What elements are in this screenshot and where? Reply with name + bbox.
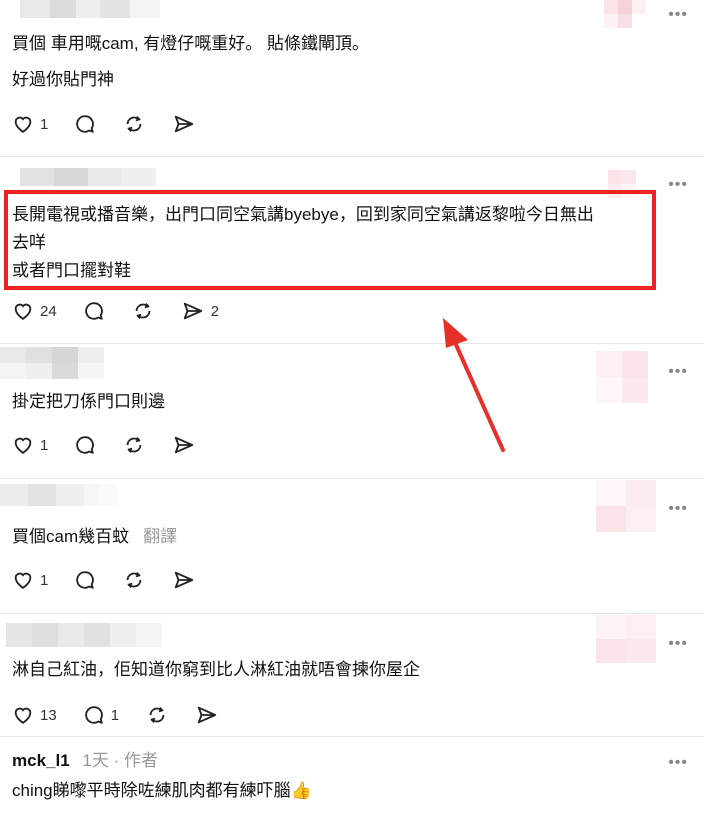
repost-icon (135, 303, 151, 319)
share-button[interactable] (195, 704, 219, 726)
heart-icon (14, 303, 32, 320)
translate-link[interactable]: 翻譯 (143, 527, 177, 546)
more-options-button[interactable]: ••• (668, 176, 688, 194)
separator: · (113, 751, 120, 770)
reply-button[interactable] (74, 434, 96, 456)
send-icon (175, 571, 194, 589)
send-icon (175, 115, 194, 133)
reply-button[interactable]: 1 (83, 704, 119, 726)
comment-text-row: 買個cam幾百蚊 翻譯 (12, 524, 177, 550)
heart-icon (14, 572, 32, 589)
repost-button[interactable] (145, 704, 169, 726)
username[interactable]: mck_l1 (12, 751, 70, 770)
repost-button[interactable] (122, 434, 146, 456)
more-options-button[interactable]: ••• (668, 6, 688, 24)
share-count: 2 (210, 302, 220, 320)
like-button[interactable]: 24 (12, 300, 57, 322)
comment-text: ching睇嚟平時除咗練肌肉都有練吓腦👍 (12, 781, 312, 800)
reply-button[interactable] (74, 569, 96, 591)
comment-header: mck_l1 1天 · 作者 (12, 748, 158, 774)
comment-text: 淋自己紅油，佢知道你窮到比人淋紅油就唔會揀你屋企 (12, 660, 420, 679)
comment-icon (84, 706, 103, 724)
reply-button[interactable] (83, 300, 105, 322)
heart-icon (14, 116, 32, 133)
comment-icon (84, 302, 103, 320)
comment-6: mck_l1 1天 · 作者 ••• ching睇嚟平時除咗練肌肉都有練吓腦👍 (0, 736, 704, 816)
like-button[interactable]: 1 (12, 569, 48, 591)
comment-icon (76, 436, 95, 454)
blurred-username (0, 347, 104, 379)
send-icon (183, 302, 202, 320)
send-icon (197, 706, 217, 724)
comment-4: ••• 買個cam幾百蚊 翻譯 1 (0, 478, 704, 614)
like-button[interactable]: 1 (12, 113, 48, 135)
heart-icon (14, 707, 32, 724)
reply-count: 1 (110, 706, 120, 724)
more-options-button[interactable]: ••• (668, 363, 688, 381)
comment-text: 買個 車用嘅cam, 有燈仔嘅重好。 貼條鐵閘頂。 (12, 34, 370, 53)
comment-text: 買個cam幾百蚊 (12, 527, 130, 546)
share-button[interactable]: 2 (181, 300, 219, 322)
blurred-avatar (596, 480, 656, 532)
highlight-box (4, 190, 656, 290)
repost-icon (127, 572, 142, 588)
repost-icon (149, 707, 165, 723)
like-count: 13 (40, 706, 57, 724)
comment-text: 掛定把刀係門口則邊 (12, 392, 165, 411)
like-button[interactable]: 1 (12, 434, 48, 456)
comment-3: ••• 掛定把刀係門口則邊 1 (0, 343, 704, 479)
blurred-avatar (604, 0, 646, 28)
comment-5: ••• 淋自己紅油，佢知道你窮到比人淋紅油就唔會揀你屋企 13 1 (0, 613, 704, 737)
blurred-avatar (596, 615, 656, 663)
comment-text: 好過你貼門神 (12, 70, 114, 89)
blurred-username (20, 0, 160, 18)
blurred-username (20, 168, 156, 186)
like-count: 24 (40, 302, 57, 320)
heart-icon (14, 437, 32, 454)
blurred-username (6, 623, 162, 647)
share-button[interactable] (172, 113, 196, 135)
blurred-avatar (596, 351, 648, 403)
send-icon (175, 436, 194, 454)
repost-button[interactable] (122, 569, 146, 591)
repost-icon (127, 116, 142, 132)
blurred-username (0, 484, 118, 506)
repost-icon (127, 437, 142, 453)
comment-1: ••• 買個 車用嘅cam, 有燈仔嘅重好。 貼條鐵閘頂。 好過你貼門神 1 (0, 0, 704, 157)
share-button[interactable] (172, 569, 196, 591)
more-options-button[interactable]: ••• (668, 754, 688, 772)
more-options-button[interactable]: ••• (668, 635, 688, 653)
author-tag: 作者 (124, 751, 159, 770)
comment-icon (76, 115, 95, 133)
comment-icon (76, 571, 95, 589)
timestamp: 1天 (82, 751, 109, 770)
like-count: 1 (40, 571, 49, 589)
like-button[interactable]: 13 (12, 704, 57, 726)
like-count: 1 (40, 115, 49, 133)
repost-button[interactable] (131, 300, 155, 322)
share-button[interactable] (172, 434, 196, 456)
more-options-button[interactable]: ••• (668, 500, 688, 518)
reply-button[interactable] (74, 113, 96, 135)
like-count: 1 (40, 436, 49, 454)
repost-button[interactable] (122, 113, 146, 135)
